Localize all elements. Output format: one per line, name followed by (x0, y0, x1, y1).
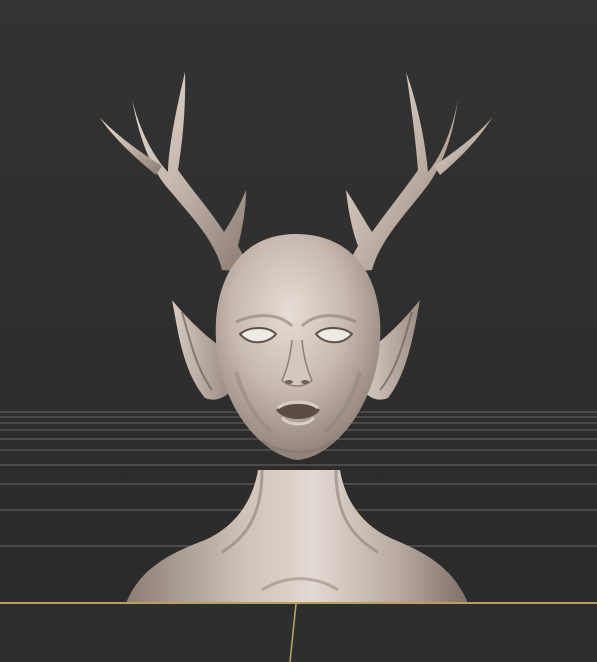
left-nostril (285, 380, 293, 384)
right-nostril (301, 380, 309, 384)
3d-viewport[interactable] (0, 0, 597, 662)
ground-plane (0, 604, 597, 662)
viewport-canvas[interactable] (0, 0, 597, 662)
